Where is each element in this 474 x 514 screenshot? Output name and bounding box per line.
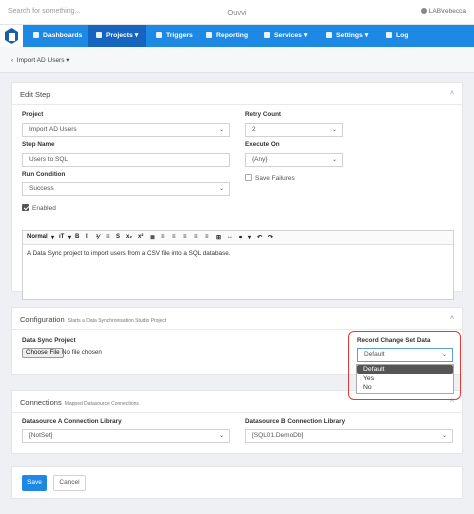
step-name-field[interactable]: Users to SQL xyxy=(22,153,230,167)
data-sync-project-label: Data Sync Project xyxy=(22,337,76,344)
breadcrumb-label[interactable]: Import AD Users ▾ xyxy=(17,57,70,64)
chevron-down-icon: ⌄ xyxy=(218,127,224,133)
connections-title: Connections Mapped Datasource Connections xyxy=(20,398,139,407)
retry-count-select[interactable]: 2 ⌄ xyxy=(245,123,343,137)
align-justify-icon[interactable]: ≡ xyxy=(205,234,209,240)
configuration-header: Configuration Starts a Data Synchronisati… xyxy=(12,308,462,330)
align-center-icon[interactable]: ≡ xyxy=(183,234,187,240)
chevron-down-icon: ⌄ xyxy=(331,157,337,163)
datasource-a-label: Datasource A Connection Library xyxy=(22,418,122,425)
chevron-down-icon: ⌄ xyxy=(441,433,447,439)
font-size-icon[interactable]: ıT xyxy=(59,234,64,240)
font-size-dropdown-icon[interactable]: ▾ xyxy=(68,234,71,241)
table-icon[interactable]: ⊞ xyxy=(216,234,221,241)
bold-icon[interactable]: B xyxy=(75,234,79,240)
datasource-b-label: Datasource B Connection Library xyxy=(245,418,346,425)
collapse-icon[interactable]: ˄ xyxy=(450,315,454,322)
services-icon xyxy=(264,32,270,38)
cancel-button[interactable]: Cancel xyxy=(53,475,86,491)
description-editor[interactable]: Normal ▾ ıT ▾ B I ⅟ ≡ S x₂ x² ≣ ≡ ≡ ≡ ≡ … xyxy=(22,230,454,300)
save-button[interactable]: Save xyxy=(22,475,47,491)
configuration-title: Configuration Starts a Data Synchronisati… xyxy=(20,315,167,324)
no-file-text: No file chosen xyxy=(62,349,102,356)
code-icon[interactable]: ↔ xyxy=(227,234,233,240)
format-select[interactable]: Normal xyxy=(27,234,48,240)
main-nav: Dashboards Projects ▾ Triggers Reporting… xyxy=(0,25,474,47)
align-left-icon[interactable]: ≡ xyxy=(172,234,176,240)
run-condition-select[interactable]: Success ⌄ xyxy=(22,182,230,196)
italic-icon[interactable]: I xyxy=(86,234,88,240)
checkbox-checked-icon xyxy=(22,204,29,211)
edit-step-header: Edit Step ˄ xyxy=(12,83,462,105)
execute-on-select[interactable]: {Any} ⌄ xyxy=(245,153,343,167)
checkbox-icon xyxy=(245,174,252,181)
chevron-down-icon: ⌄ xyxy=(218,186,224,192)
step-name-label: Step Name xyxy=(22,141,55,148)
back-icon[interactable]: ‹ xyxy=(11,57,13,64)
dashboard-icon xyxy=(33,32,39,38)
run-condition-label: Run Condition xyxy=(22,171,66,178)
connections-subtitle: Mapped Datasource Connections xyxy=(64,401,139,407)
subscript-icon[interactable]: x₂ xyxy=(126,234,132,240)
format-dropdown-icon[interactable]: ▾ xyxy=(51,234,54,241)
app-brand: Ouvvi xyxy=(227,8,247,17)
projects-icon xyxy=(96,32,102,38)
execute-on-label: Execute On xyxy=(245,141,280,148)
configuration-subtitle: Starts a Data Synchronisation Studio Pro… xyxy=(67,318,167,324)
choose-file-button[interactable]: Choose File xyxy=(22,348,64,358)
settings-icon xyxy=(326,32,332,38)
save-failures-checkbox[interactable]: Save Failures xyxy=(245,174,295,182)
nav-item-settings[interactable]: Settings ▾ xyxy=(318,25,376,47)
nav-item-projects[interactable]: Projects ▾ xyxy=(88,25,147,47)
datasource-a-select[interactable]: [NotSet] ⌄ xyxy=(22,429,230,443)
retry-count-label: Retry Count xyxy=(245,111,282,118)
project-label: Project xyxy=(22,111,44,118)
strikethrough-icon[interactable]: S xyxy=(116,234,120,240)
highlight-annotation xyxy=(348,331,461,400)
nav-item-services[interactable]: Services ▾ xyxy=(256,25,315,47)
undo-icon[interactable]: ↶ xyxy=(257,234,262,241)
nav-item-triggers[interactable]: Triggers xyxy=(148,25,201,47)
edit-step-panel: Edit Step ˄ Project Import AD Users ⌄ Ste… xyxy=(11,82,463,300)
enabled-checkbox[interactable]: Enabled xyxy=(22,204,56,212)
nav-item-log[interactable]: Log xyxy=(378,25,416,47)
breadcrumb[interactable]: ‹ Import AD Users ▾ xyxy=(11,56,70,64)
nav-item-dashboards[interactable]: Dashboards xyxy=(25,25,90,47)
user-menu[interactable]: LAB\rebecca xyxy=(420,8,466,15)
user-icon xyxy=(420,8,427,14)
project-select[interactable]: Import AD Users ⌄ xyxy=(22,123,230,137)
align-right-icon[interactable]: ≡ xyxy=(194,234,198,240)
superscript-icon[interactable]: x² xyxy=(138,234,143,240)
edit-step-title: Edit Step xyxy=(20,90,51,99)
list-numbered-icon[interactable]: ⅟ xyxy=(96,234,99,241)
redo-icon[interactable]: ↷ xyxy=(268,234,273,241)
indent-icon[interactable]: ≡ xyxy=(161,234,165,240)
link-icon[interactable]: ⚭ xyxy=(238,234,243,241)
editor-toolbar: Normal ▾ ıT ▾ B I ⅟ ≡ S x₂ x² ≣ ≡ ≡ ≡ ≡ … xyxy=(23,231,453,245)
editor-content[interactable]: A Data Sync project to import users from… xyxy=(23,245,453,262)
blockquote-icon[interactable]: ≣ xyxy=(150,234,155,241)
reporting-icon xyxy=(206,32,212,38)
actions-panel: Save Cancel xyxy=(11,466,463,499)
collapse-icon[interactable]: ˄ xyxy=(450,90,454,97)
top-bar: Search for something... Ouvvi LAB\rebecc… xyxy=(0,0,474,25)
triggers-icon xyxy=(156,32,162,38)
log-icon xyxy=(386,32,392,38)
nav-item-reporting[interactable]: Reporting xyxy=(198,25,256,47)
subheader: ‹ Import AD Users ▾ xyxy=(0,47,474,73)
link-dropdown-icon[interactable]: ▾ xyxy=(248,234,251,241)
user-name: LAB\rebecca xyxy=(428,8,466,15)
chevron-down-icon: ⌄ xyxy=(218,433,224,439)
datasource-b-select[interactable]: [SQL01.DemoDb] ⌄ xyxy=(245,429,453,443)
chevron-down-icon: ⌄ xyxy=(331,127,337,133)
list-bullet-icon[interactable]: ≡ xyxy=(106,234,110,240)
app-logo[interactable] xyxy=(0,25,23,47)
